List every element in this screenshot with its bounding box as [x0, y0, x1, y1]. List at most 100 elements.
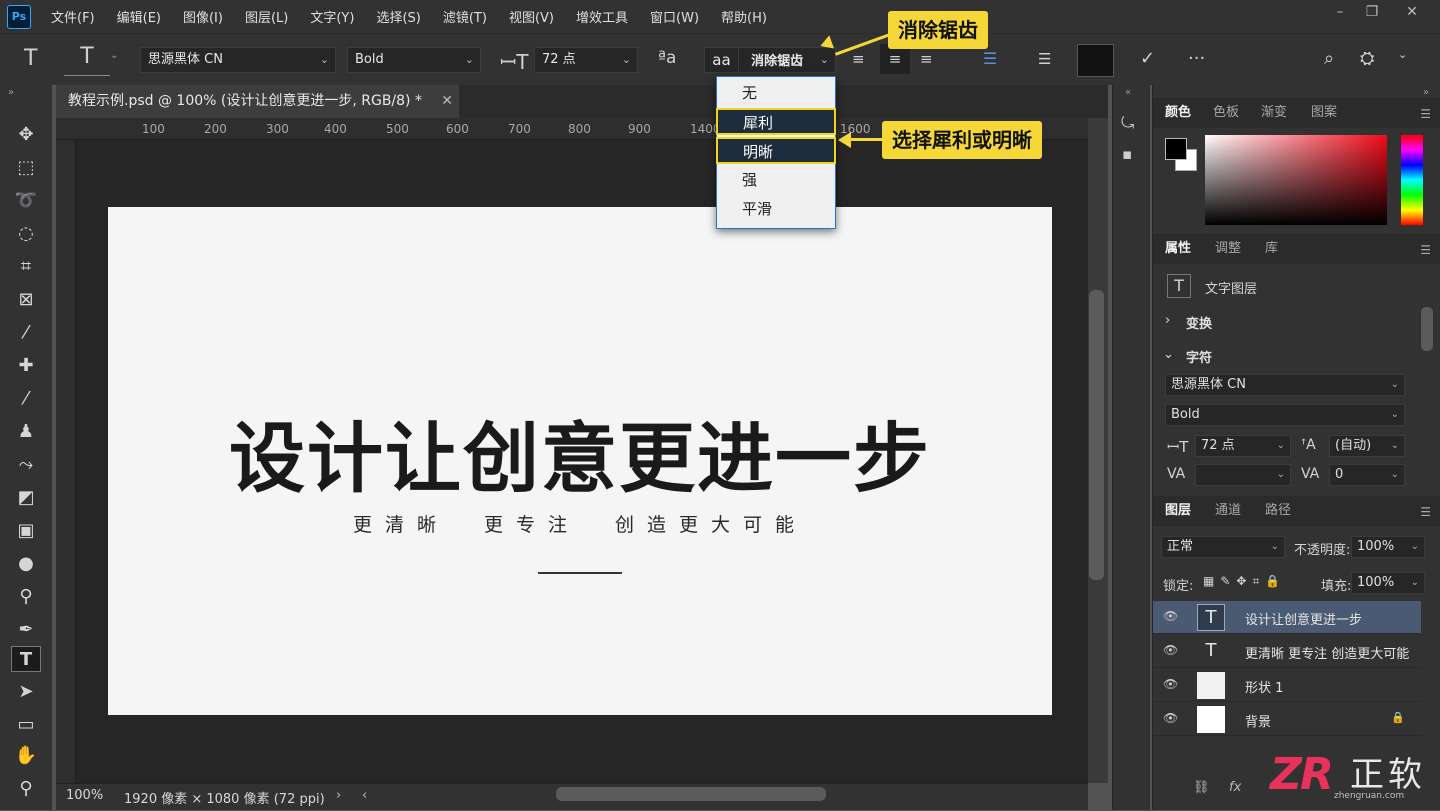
rectangle-tool-icon[interactable]: ▭: [11, 712, 41, 738]
collapse-arrows-icon[interactable]: «: [1125, 87, 1131, 98]
tab-properties[interactable]: 属性: [1165, 234, 1191, 264]
collapse-arrows-icon[interactable]: »: [8, 87, 14, 98]
restore-icon[interactable]: ❐: [1362, 4, 1382, 24]
blur-tool-icon[interactable]: ●: [11, 551, 41, 577]
visibility-eye-icon[interactable]: 👁: [1163, 711, 1178, 725]
menu-edit[interactable]: 编辑(E): [117, 7, 161, 26]
marquee-tool-icon[interactable]: ⬚: [11, 155, 41, 181]
object-select-tool-icon[interactable]: ◌: [11, 221, 41, 247]
character-style-select[interactable]: Bold ⌄: [1165, 404, 1405, 426]
color-swatch[interactable]: [1077, 44, 1114, 77]
color-field[interactable]: [1205, 135, 1387, 225]
layer-name[interactable]: 设计让创意更进一步: [1245, 609, 1362, 628]
zoom-level[interactable]: 100%: [66, 788, 103, 803]
panel-menu-icon[interactable]: ☰: [1420, 107, 1431, 121]
eyedropper-tool-icon[interactable]: ⁄: [11, 320, 41, 346]
menu-window[interactable]: 窗口(W): [650, 7, 699, 26]
zoom-tool-icon[interactable]: ⚲: [11, 776, 41, 802]
minimize-icon[interactable]: –: [1330, 4, 1350, 24]
properties-scrollbar[interactable]: [1421, 307, 1433, 351]
move-tool-icon[interactable]: ✥: [11, 122, 41, 148]
antialias-option-strong[interactable]: 强: [717, 167, 835, 194]
character-size-select[interactable]: 72 点 ⌄: [1195, 435, 1291, 457]
history-brush-icon[interactable]: ⤳: [11, 452, 41, 478]
history-panel-icon[interactable]: ⤿: [1121, 113, 1134, 133]
share-icon[interactable]: ⛭: [1360, 48, 1374, 69]
gradient-tool-icon[interactable]: ▣: [11, 518, 41, 544]
crop-tool-icon[interactable]: ⌗: [11, 254, 41, 280]
font-style-select[interactable]: Bold ⌄: [347, 47, 481, 73]
character-leading-select[interactable]: (自动) ⌄: [1329, 435, 1405, 457]
subline-text-layer[interactable]: 更清晰 更专注 创造更大可能: [108, 510, 1052, 537]
visibility-eye-icon[interactable]: 👁: [1163, 609, 1178, 623]
document-canvas[interactable]: 设计让创意更进一步 更清晰 更专注 创造更大可能: [108, 207, 1052, 715]
dodge-tool-icon[interactable]: ⚲: [11, 584, 41, 610]
lasso-tool-icon[interactable]: ➰: [11, 188, 41, 214]
menu-file[interactable]: 文件(F): [51, 7, 95, 26]
warp-text-icon[interactable]: ☰: [1038, 50, 1051, 68]
vertical-scroll-thumb[interactable]: [1089, 290, 1104, 580]
fill-input[interactable]: 100% ⌄: [1351, 572, 1425, 594]
tab-paths[interactable]: 路径: [1265, 496, 1291, 526]
antialias-option-none[interactable]: 无: [717, 80, 835, 107]
tab-gradients[interactable]: 渐变: [1261, 98, 1287, 128]
comments-panel-icon[interactable]: ▪: [1122, 145, 1132, 163]
healing-tool-icon[interactable]: ✚: [11, 353, 41, 379]
hue-slider[interactable]: [1401, 135, 1423, 225]
panel-menu-icon[interactable]: ☰: [1420, 505, 1431, 519]
layer-name[interactable]: 背景: [1245, 711, 1271, 730]
tab-channels[interactable]: 通道: [1215, 496, 1241, 526]
divider-shape-layer[interactable]: [538, 572, 622, 574]
menu-type[interactable]: 文字(Y): [310, 7, 354, 26]
menu-view[interactable]: 视图(V): [509, 7, 554, 26]
panel-menu-icon[interactable]: ☰: [1420, 243, 1431, 257]
hand-tool-icon[interactable]: ✋: [11, 743, 41, 769]
antialias-option-crisp[interactable]: 明晰: [716, 137, 836, 164]
tab-color[interactable]: 颜色: [1165, 98, 1191, 128]
tab-swatches[interactable]: 色板: [1213, 98, 1239, 128]
character-tracking-select[interactable]: 0 ⌄: [1329, 464, 1405, 486]
headline-text-layer[interactable]: 设计让创意更进一步: [108, 397, 1052, 507]
font-family-select[interactable]: 思源黑体 CN ⌄: [140, 47, 336, 73]
antialias-option-smooth[interactable]: 平滑: [717, 196, 835, 223]
link-layers-icon[interactable]: ⛓: [1193, 780, 1210, 795]
foreground-color-front[interactable]: [1165, 138, 1187, 160]
menu-image[interactable]: 图像(I): [183, 7, 223, 26]
menu-plugins[interactable]: 增效工具: [576, 7, 628, 26]
brush-tool-icon[interactable]: ⁄: [11, 386, 41, 412]
more-options-icon[interactable]: ···: [1188, 48, 1205, 69]
commit-check-icon[interactable]: ✓: [1140, 48, 1155, 69]
visibility-eye-icon[interactable]: 👁: [1163, 677, 1178, 691]
menu-select[interactable]: 选择(S): [376, 7, 420, 26]
tab-adjustments[interactable]: 调整: [1215, 234, 1241, 264]
align-right-icon[interactable]: ≡: [920, 50, 933, 68]
tab-patterns[interactable]: 图案: [1311, 98, 1337, 128]
opacity-input[interactable]: 100% ⌄: [1351, 536, 1425, 558]
chevron-right-icon[interactable]: ›: [336, 788, 341, 803]
text-orientation-icon[interactable]: T: [64, 42, 110, 76]
chevron-down-icon[interactable]: ⌄: [110, 50, 118, 61]
layer-name[interactable]: 形状 1: [1245, 677, 1283, 696]
layer-name[interactable]: 更清晰 更专注 创造更大可能: [1245, 643, 1409, 662]
blend-mode-select[interactable]: 正常 ⌄: [1161, 536, 1285, 558]
character-font-select[interactable]: 思源黑体 CN ⌄: [1165, 374, 1405, 396]
lock-options-icon[interactable]: ▦✎✥⌗🔒: [1203, 574, 1286, 589]
fx-icon[interactable]: fx: [1229, 780, 1241, 795]
type-tool-preset-icon[interactable]: T: [24, 46, 37, 71]
close-tab-icon[interactable]: ✕: [441, 85, 453, 118]
layer-row[interactable]: 👁 背景 🔒: [1153, 703, 1421, 736]
type-tool-icon[interactable]: T: [11, 646, 41, 672]
collapse-arrows-icon[interactable]: »: [1423, 87, 1429, 98]
horizontal-scroll-thumb[interactable]: [556, 787, 826, 801]
chevron-down-icon[interactable]: ⌄: [1398, 48, 1407, 61]
menu-filter[interactable]: 滤镜(T): [443, 7, 487, 26]
antialias-option-sharp[interactable]: 犀利: [716, 108, 836, 135]
layer-row[interactable]: 👁 T 更清晰 更专注 创造更大可能: [1153, 635, 1421, 668]
menu-layer[interactable]: 图层(L): [245, 7, 288, 26]
character-kerning-select[interactable]: ⌄: [1195, 464, 1291, 486]
layer-row[interactable]: 👁 形状 1: [1153, 669, 1421, 702]
close-icon[interactable]: ✕: [1402, 4, 1422, 24]
path-select-tool-icon[interactable]: ➤: [11, 679, 41, 705]
tab-libraries[interactable]: 库: [1265, 234, 1278, 264]
pen-tool-icon[interactable]: ✒: [11, 617, 41, 643]
